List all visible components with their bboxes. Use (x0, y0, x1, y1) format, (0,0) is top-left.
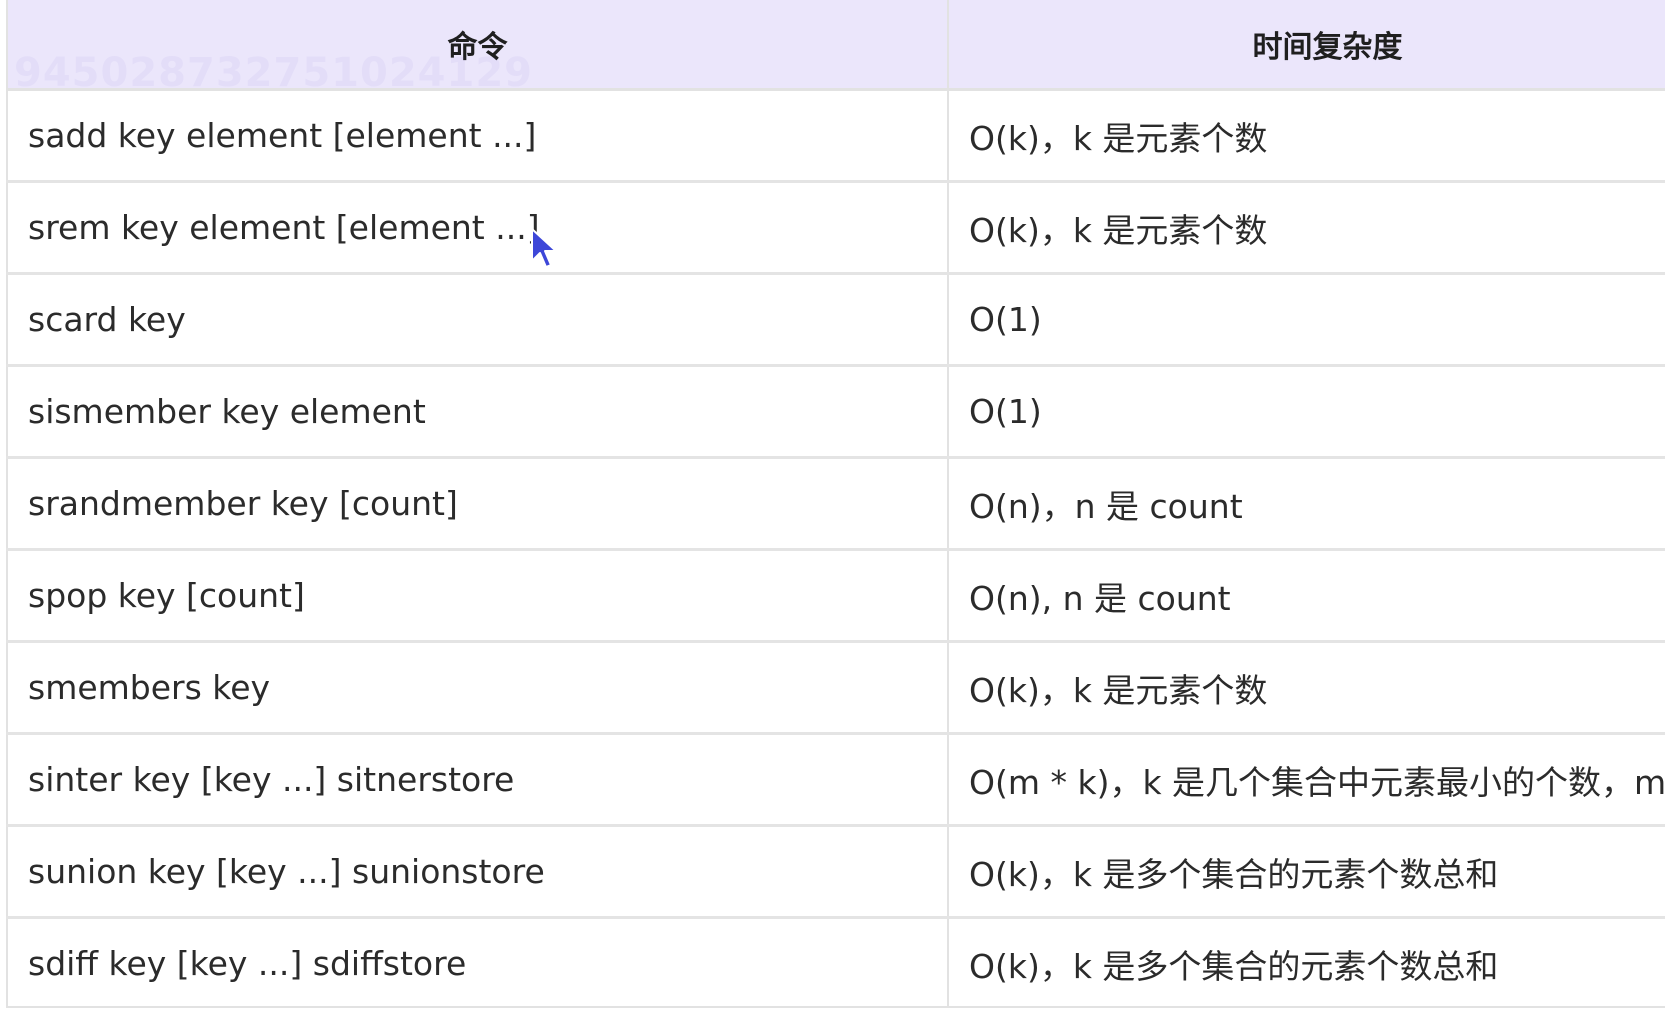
command-cell: srem key element [element ...] (6, 181, 949, 275)
table-row: sinter key [key ...] sitnerstore O(m * k… (6, 733, 1665, 827)
header-command: 命令 9450287327510241​29 (6, 0, 949, 96)
header-complexity-label: 时间复杂度 (1252, 30, 1403, 65)
table-header-row: 命令 9450287327510241​29 时间复杂度 (6, 0, 1665, 96)
table-row: scard key O(1) (6, 273, 1665, 367)
complexity-cell: O(n), n 是 count (947, 549, 1665, 643)
document-viewport: 命令 9450287327510241​29 时间复杂度 sadd key el… (0, 0, 1665, 1015)
complexity-cell: O(k)，k 是元素个数 (947, 89, 1665, 183)
complexity-cell: O(1) (947, 365, 1665, 459)
command-cell: scard key (6, 273, 949, 367)
table-row: sadd key element [element ...] O(k)，k 是元… (6, 89, 1665, 183)
complexity-cell: O(1) (947, 273, 1665, 367)
command-cell: srandmember key [count] (6, 457, 949, 551)
command-cell: sismember key element (6, 365, 949, 459)
complexity-cell: O(m * k)，k 是几个集合中元素最小的个数，m 是 (947, 733, 1665, 827)
table-row: sismember key element O(1) (6, 365, 1665, 459)
command-cell: smembers key (6, 641, 949, 735)
command-cell: sadd key element [element ...] (6, 89, 949, 183)
command-cell: spop key [count] (6, 549, 949, 643)
complexity-cell: O(k)，k 是元素个数 (947, 181, 1665, 275)
table-row: smembers key O(k)，k 是元素个数 (6, 641, 1665, 735)
redis-set-commands-table: 命令 9450287327510241​29 时间复杂度 sadd key el… (6, 0, 1665, 1006)
complexity-cell: O(n)，n 是 count (947, 457, 1665, 551)
command-cell: sunion key [key ...] sunionstore (6, 825, 949, 919)
complexity-cell: O(k)，k 是元素个数 (947, 641, 1665, 735)
header-complexity: 时间复杂度 (947, 0, 1665, 91)
table-row: sunion key [key ...] sunionstore O(k)，k … (6, 825, 1665, 919)
redis-set-commands-table-container: 命令 9450287327510241​29 时间复杂度 sadd key el… (6, 0, 1665, 1008)
table-row: srem key element [element ...] O(k)，k 是元… (6, 181, 1665, 275)
command-cell: sdiff key [key ...] sdiffstore (6, 917, 949, 1006)
complexity-cell: O(k)，k 是多个集合的元素个数总和 (947, 917, 1665, 1006)
table-row: spop key [count] O(n), n 是 count (6, 549, 1665, 643)
table-row: sdiff key [key ...] sdiffstore O(k)，k 是多… (6, 917, 1665, 1006)
header-command-label: 命令 (447, 30, 508, 65)
command-cell: sinter key [key ...] sitnerstore (6, 733, 949, 827)
table-row: srandmember key [count] O(n)，n 是 count (6, 457, 1665, 551)
complexity-cell: O(k)，k 是多个集合的元素个数总和 (947, 825, 1665, 919)
